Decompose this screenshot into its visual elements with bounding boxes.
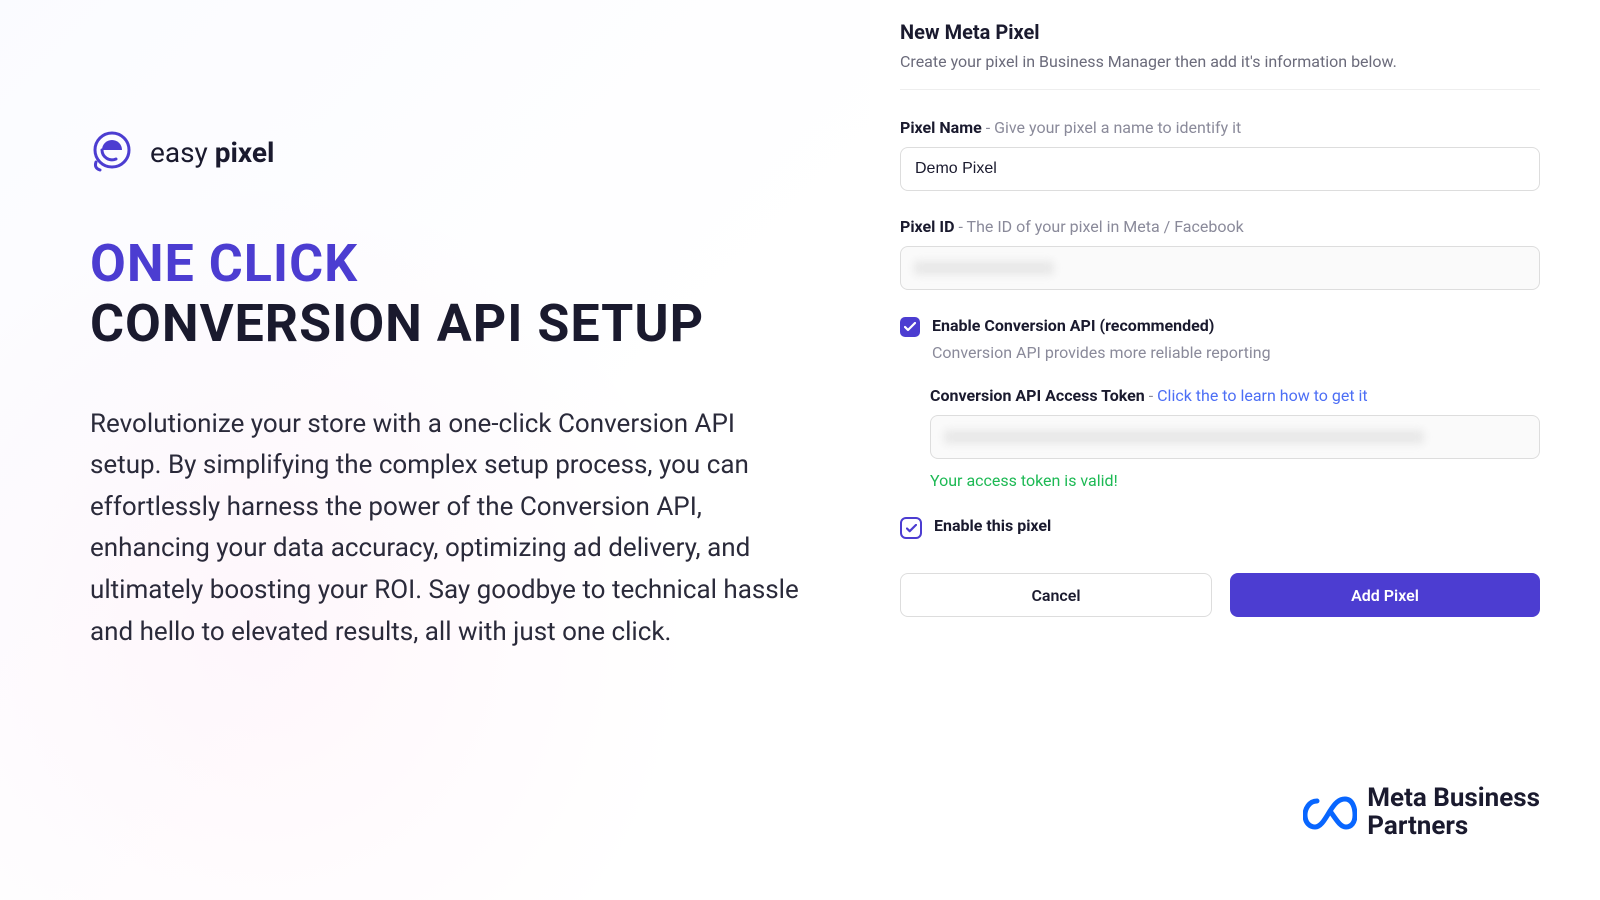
capi-token-label: Conversion API Access Token [930,386,1145,405]
meta-partner-badge: Meta Business Partners [1303,785,1540,840]
capi-token-hint-prefix: - [1145,386,1157,405]
headline-main: CONVERSION API SETUP [90,294,820,354]
enable-pixel-checkbox[interactable] [900,517,922,539]
description-text: Revolutionize your store with a one-clic… [90,404,810,654]
pixel-name-hint: - Give your pixel a name to identify it [982,118,1242,137]
check-icon [906,524,917,533]
logo: easy pixel [90,130,820,174]
headline-accent: ONE CLICK [90,234,820,294]
logo-text: easy pixel [150,136,274,169]
token-valid-message: Your access token is valid! [930,471,1540,490]
pixel-id-hint: - The ID of your pixel in Meta / Faceboo… [954,217,1243,236]
pixel-name-label: Pixel Name [900,118,982,137]
form-title: New Meta Pixel [900,20,1540,44]
enable-capi-label: Enable Conversion API (recommended) [932,316,1214,335]
pixel-name-input[interactable] [900,147,1540,191]
divider [900,89,1540,90]
enable-capi-row: Enable Conversion API (recommended) [900,316,1540,337]
pixel-id-label: Pixel ID [900,217,954,236]
form-subtitle: Create your pixel in Business Manager th… [900,52,1540,71]
meta-partner-text: Meta Business Partners [1367,785,1540,840]
pixel-id-group: Pixel ID - The ID of your pixel in Meta … [900,217,1540,290]
capi-token-help-link[interactable]: Click the to learn how to get it [1157,386,1368,405]
marketing-panel: easy pixel ONE CLICK CONVERSION API SETU… [0,0,870,900]
pixel-name-group: Pixel Name - Give your pixel a name to i… [900,118,1540,191]
enable-capi-checkbox[interactable] [900,317,920,337]
meta-logo-icon [1303,795,1357,831]
capi-token-group: Conversion API Access Token - Click the … [930,386,1540,490]
enable-pixel-label: Enable this pixel [934,516,1051,535]
add-pixel-button[interactable]: Add Pixel [1230,573,1540,617]
easy-pixel-logo-icon [90,130,134,174]
check-icon [904,322,916,332]
button-row: Cancel Add Pixel [900,573,1540,617]
form-panel: New Meta Pixel Create your pixel in Busi… [870,0,1600,900]
enable-capi-sub: Conversion API provides more reliable re… [932,343,1540,362]
cancel-button[interactable]: Cancel [900,573,1212,617]
enable-pixel-row: Enable this pixel [900,516,1540,539]
blurred-placeholder [944,430,1424,444]
blurred-placeholder [914,261,1054,275]
